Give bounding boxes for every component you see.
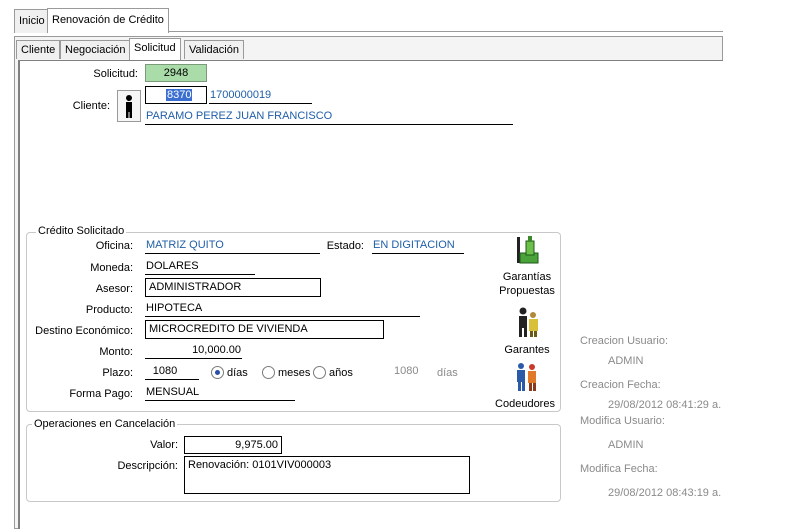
radio-dias[interactable] <box>211 366 224 379</box>
radio-meses-label: meses <box>278 367 311 379</box>
garantias-icon[interactable] <box>514 233 542 267</box>
codeudores-icon[interactable] <box>514 360 542 394</box>
garantes-icon[interactable] <box>514 305 542 339</box>
operaciones-group-title: Operaciones en Cancelación <box>32 418 178 430</box>
plazo-total-value: 1080 <box>394 365 419 377</box>
moneda-underline <box>145 274 255 275</box>
subtab-negociacion[interactable]: Negociación <box>60 40 131 59</box>
moneda-value: DOLARES <box>146 260 199 272</box>
radio-anios-label: años <box>329 367 353 379</box>
modifica-fecha-label: Modifica Fecha: <box>580 463 658 475</box>
cliente-id-underline <box>209 103 312 104</box>
creacion-fecha-value: 29/08/2012 08:41:29 a. <box>608 399 722 411</box>
asesor-label: Asesor: <box>95 283 133 295</box>
oficina-underline <box>145 253 320 254</box>
solicitud-number: 2948 <box>145 64 207 82</box>
monto-label: Monto: <box>99 346 133 358</box>
plazo-label: Plazo: <box>102 367 133 379</box>
destino-field[interactable]: MICROCREDITO DE VIVIENDA <box>145 320 384 339</box>
modifica-usuario-label: Modifica Usuario: <box>580 415 665 427</box>
modifica-usuario-value: ADMIN <box>608 439 644 451</box>
producto-value: HIPOTECA <box>146 302 203 314</box>
creacion-fecha-label: Creacion Fecha: <box>580 379 661 391</box>
producto-label: Producto: <box>85 304 133 316</box>
radio-meses[interactable] <box>262 366 275 379</box>
tab-renovacion-credito[interactable]: Renovación de Crédito <box>47 8 169 33</box>
cliente-label: Cliente: <box>72 100 110 112</box>
tab-inicio[interactable]: Inicio <box>14 9 50 33</box>
oficina-value: MATRIZ QUITO <box>146 239 224 251</box>
estado-value: EN DIGITACION <box>373 239 455 251</box>
descripcion-textarea[interactable]: Renovación: 0101VIV000003 <box>184 456 470 494</box>
credito-group-title: Crédito Solicitado <box>36 225 127 237</box>
subtab-validacion[interactable]: Validación <box>184 40 244 59</box>
person-icon[interactable] <box>117 90 141 122</box>
valor-label: Valor: <box>150 439 178 451</box>
moneda-label: Moneda: <box>90 262 133 274</box>
radio-dias-label: días <box>227 367 248 379</box>
creacion-usuario-value: ADMIN <box>608 355 644 367</box>
plazo-total-unit: días <box>437 367 458 379</box>
forma-pago-label: Forma Pago: <box>69 388 133 400</box>
estado-label: Estado: <box>326 240 364 252</box>
estado-underline <box>372 253 464 254</box>
cliente-name-underline <box>145 124 513 125</box>
plazo-underline <box>145 379 199 380</box>
radio-anios[interactable] <box>313 366 326 379</box>
codeudores-label: Codeudores <box>495 398 555 410</box>
cliente-name: PARAMO PEREZ JUAN FRANCISCO <box>146 110 333 122</box>
descripcion-label: Descripción: <box>117 460 178 472</box>
forma-pago-value: MENSUAL <box>146 386 200 398</box>
modifica-fecha-value: 29/08/2012 08:43:19 a. <box>608 487 722 499</box>
asesor-field[interactable]: ADMINISTRADOR <box>145 278 321 297</box>
garantias-label-line2: Propuestas <box>499 285 555 297</box>
forma-pago-underline <box>145 400 295 401</box>
plazo-value: 1080 <box>152 365 178 377</box>
creacion-usuario-label: Creacion Usuario: <box>580 335 669 347</box>
cliente-code-selection: 8370 <box>166 89 193 101</box>
garantias-label-line1: Garantías <box>502 271 552 283</box>
garantes-label: Garantes <box>504 344 550 356</box>
destino-label: Destino Económico: <box>35 325 133 337</box>
producto-underline <box>145 316 420 317</box>
monto-underline <box>145 358 242 359</box>
solicitud-label: Solicitud: <box>93 68 138 80</box>
cliente-id: 1700000019 <box>210 89 272 101</box>
subtab-cliente[interactable]: Cliente <box>16 40 61 59</box>
cliente-code-input[interactable]: 8370 <box>145 86 207 104</box>
monto-value: 10,000.00 <box>192 344 241 356</box>
oficina-label: Oficina: <box>95 240 133 252</box>
subtab-solicitud[interactable]: Solicitud <box>129 38 181 60</box>
valor-field[interactable]: 9,975.00 <box>184 436 282 454</box>
